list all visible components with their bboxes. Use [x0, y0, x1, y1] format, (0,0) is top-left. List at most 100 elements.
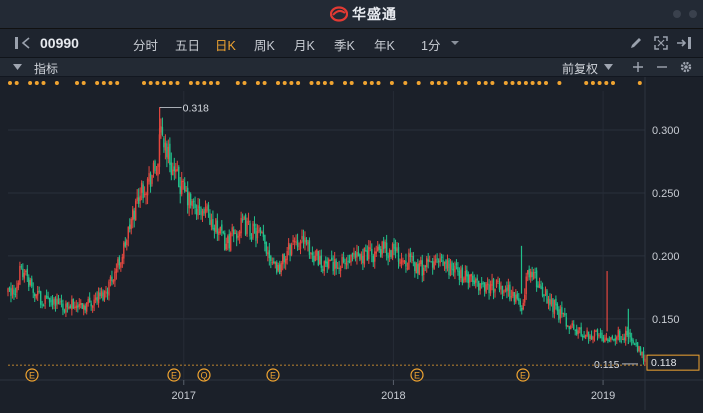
- pencil-icon[interactable]: [629, 36, 643, 50]
- candle-body: [391, 244, 394, 258]
- candle-body: [210, 219, 213, 227]
- candle-body: [83, 304, 85, 310]
- event-dot: [242, 81, 247, 85]
- tab-period-monthly-k[interactable]: 月K: [294, 35, 315, 54]
- candle-body: [559, 309, 562, 319]
- candle-body: [495, 279, 498, 288]
- candle-body: [356, 252, 358, 258]
- tab-period-yearly-k[interactable]: 年K: [374, 35, 395, 54]
- tab-period-weekly-k[interactable]: 周K: [254, 35, 275, 54]
- candle-body: [91, 305, 94, 308]
- event-dot: [369, 81, 374, 85]
- close-window-icon[interactable]: [688, 9, 698, 19]
- candle-body: [219, 226, 222, 234]
- chart-svg[interactable]: 0.3180.115 0.118E E Q E E E 0.3000.2500.2000.1…: [0, 77, 703, 410]
- candle-body: [176, 169, 178, 171]
- candle-body: [562, 312, 565, 314]
- candle-body: [599, 333, 602, 335]
- candle-body: [607, 338, 609, 342]
- candle-body: [378, 244, 380, 250]
- tab-period-daily-k[interactable]: 日K: [215, 35, 236, 54]
- candle-body: [88, 297, 91, 303]
- candle-body: [39, 291, 42, 305]
- fullscreen-icon[interactable]: [654, 36, 668, 50]
- candle-body: [532, 272, 535, 280]
- candle-body: [578, 327, 581, 330]
- candle-body: [204, 208, 207, 214]
- candle-body: [519, 300, 521, 308]
- event-dot: [584, 81, 589, 85]
- candle-body: [160, 126, 162, 133]
- candle-body: [7, 288, 9, 293]
- candle-body: [65, 303, 67, 313]
- candle-body: [126, 239, 128, 246]
- candle-body: [345, 262, 348, 266]
- candle-body: [616, 336, 618, 340]
- tab-period-five-day[interactable]: 五日: [175, 35, 200, 54]
- candle-body: [448, 259, 450, 276]
- candle-body: [399, 261, 401, 264]
- candle-body: [10, 288, 12, 297]
- candle-body: [535, 270, 538, 288]
- candle-body: [14, 293, 17, 295]
- candle-body: [133, 210, 135, 220]
- candle-body: [17, 282, 20, 288]
- candle-body: [264, 235, 266, 244]
- tab-period-quarterly-k[interactable]: 季K: [334, 35, 355, 54]
- candle-body: [140, 182, 143, 193]
- remove-indicator-icon[interactable]: [656, 61, 668, 73]
- candle-body: [387, 255, 389, 259]
- candle-body: [115, 269, 118, 273]
- candle-body: [567, 325, 569, 327]
- event-dot: [503, 81, 508, 85]
- candle-body: [80, 302, 82, 305]
- candle-body: [414, 261, 416, 272]
- event-dot: [14, 81, 19, 85]
- candle-body: [590, 335, 593, 340]
- stock-code[interactable]: 00990: [40, 35, 79, 51]
- candle-body: [25, 271, 27, 273]
- candlestick-chart[interactable]: 0.318 0.115 0.118 E E Q E E E 0.300 0.250 0.200 0.1…: [0, 77, 703, 410]
- collapse-sidebar-icon[interactable]: [14, 36, 34, 50]
- candle-body: [369, 247, 372, 249]
- candle-body: [276, 262, 278, 273]
- tab-period-minute-dropdown[interactable]: 1分: [421, 35, 440, 54]
- candle-body: [118, 257, 121, 266]
- adjust-chevron-down-icon[interactable]: [604, 64, 613, 70]
- adjust-mode-select[interactable]: 前复权: [562, 60, 598, 77]
- indicator-label[interactable]: 指标: [34, 60, 58, 77]
- candle-body: [53, 298, 55, 304]
- event-dot: [376, 81, 381, 85]
- add-indicator-icon[interactable]: [632, 61, 644, 73]
- caret-down-icon[interactable]: [13, 64, 22, 70]
- candle-body: [351, 252, 354, 257]
- candle-body: [296, 240, 299, 248]
- settings-gear-icon[interactable]: [679, 60, 693, 74]
- candle-body: [154, 161, 156, 172]
- expand-panel-icon[interactable]: [676, 36, 692, 50]
- candle-body: [421, 260, 423, 276]
- candle-body: [423, 267, 425, 275]
- event-marker-label: E: [414, 371, 420, 381]
- candle-body: [372, 255, 374, 263]
- chart-toolbar: 00990 分时 五日 日K 周K 月K 季K 年K 1分: [0, 29, 703, 58]
- candle-body: [71, 299, 73, 310]
- candle-body: [412, 255, 415, 261]
- candle-body: [51, 299, 54, 306]
- candle-body: [564, 313, 566, 316]
- candle-body: [547, 298, 550, 304]
- x-tick-label: 2017: [172, 390, 196, 402]
- candle-body: [57, 298, 60, 305]
- candle-body: [350, 254, 352, 263]
- candle-body: [85, 302, 88, 312]
- minimize-window-icon[interactable]: [672, 9, 682, 19]
- candle-body: [32, 288, 34, 293]
- candle-body: [581, 335, 584, 337]
- candle-body: [623, 337, 625, 341]
- tab-period-timeshare[interactable]: 分时: [133, 35, 158, 54]
- candle-body: [105, 291, 107, 293]
- candle-body: [357, 252, 360, 257]
- candle-body: [148, 173, 150, 182]
- chevron-down-icon[interactable]: [450, 40, 460, 46]
- candle-body: [598, 334, 600, 337]
